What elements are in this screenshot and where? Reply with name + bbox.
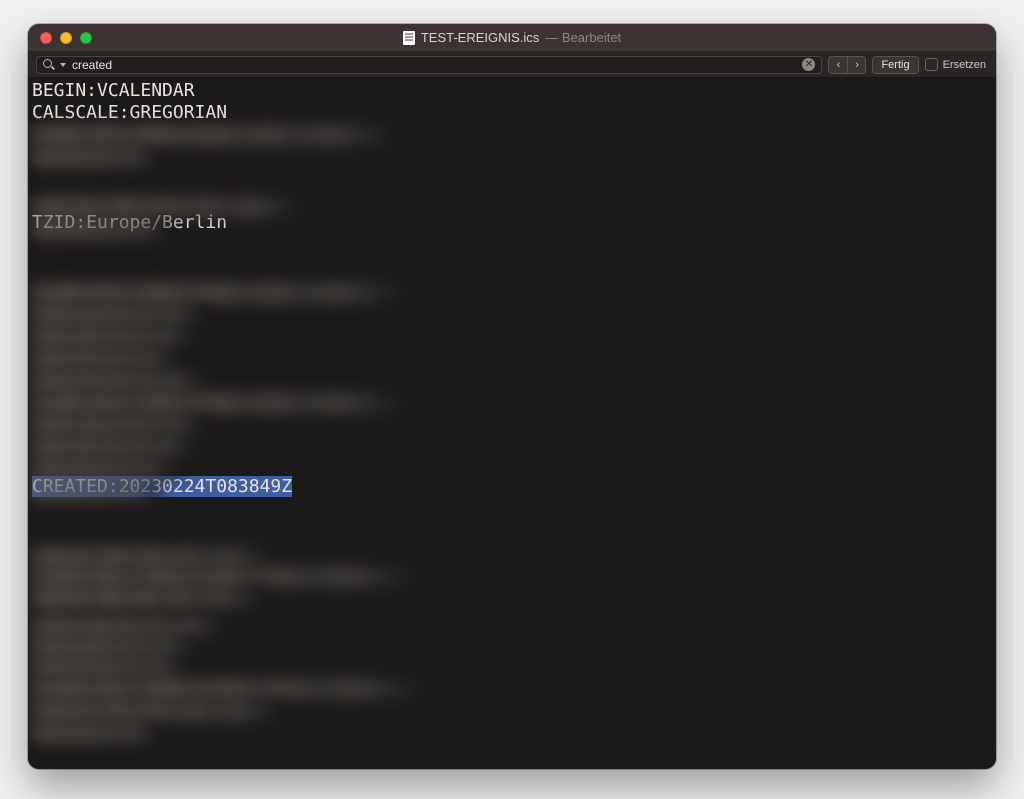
redacted-text xyxy=(32,284,422,302)
traffic-lights xyxy=(28,32,92,44)
redacted-text xyxy=(32,680,442,698)
redacted-text xyxy=(32,416,212,434)
window-title: TEST-EREIGNIS.ics — Bearbeitet xyxy=(28,30,996,45)
zoom-window-button[interactable] xyxy=(80,32,92,44)
text-line-highlighted[interactable]: CREATED:20230224T083849Z xyxy=(32,476,996,498)
redacted-text xyxy=(32,588,272,608)
search-icon xyxy=(43,59,54,70)
find-prev-button[interactable]: ‹ xyxy=(829,57,847,73)
redacted-text xyxy=(32,724,162,742)
redacted-text xyxy=(32,568,432,586)
redacted-text xyxy=(32,372,212,390)
redacted-text xyxy=(32,638,202,656)
search-field[interactable]: ✕ xyxy=(36,56,822,74)
document-icon xyxy=(403,31,415,45)
title-bar: TEST-EREIGNIS.ics — Bearbeitet xyxy=(28,24,996,52)
redacted-text xyxy=(32,306,212,324)
search-input[interactable] xyxy=(72,58,796,72)
replace-label: Ersetzen xyxy=(943,59,986,71)
redacted-text xyxy=(32,702,292,720)
text-editor-area[interactable]: BEGIN:VCALENDAR CALSCALE:GREGORIAN TZID:… xyxy=(28,78,996,769)
redacted-text xyxy=(32,198,312,216)
redacted-text xyxy=(32,328,202,346)
redacted-text xyxy=(32,220,172,238)
redacted-text xyxy=(32,394,422,412)
replace-checkbox[interactable] xyxy=(925,58,938,71)
window-title-filename: TEST-EREIGNIS.ics xyxy=(421,30,539,45)
redacted-text xyxy=(32,148,162,166)
find-bar: ✕ ‹ › Fertig Ersetzen xyxy=(28,52,996,78)
app-window: TEST-EREIGNIS.ics — Bearbeitet ✕ ‹ › Fer xyxy=(28,24,996,769)
redacted-text xyxy=(32,548,282,566)
redacted-text xyxy=(32,350,182,368)
close-window-button[interactable] xyxy=(40,32,52,44)
redacted-text xyxy=(32,460,182,478)
redacted-text xyxy=(32,482,162,500)
done-button[interactable]: Fertig xyxy=(872,56,918,74)
redacted-text xyxy=(32,126,412,144)
replace-toggle[interactable]: Ersetzen xyxy=(925,58,990,71)
search-options-chevron-icon[interactable] xyxy=(60,63,66,67)
text-line[interactable]: CALSCALE:GREGORIAN xyxy=(32,102,996,124)
window-title-edited: — Bearbeitet xyxy=(545,30,621,45)
chevron-left-icon: ‹ xyxy=(837,59,841,71)
find-next-button[interactable]: › xyxy=(847,57,865,73)
redacted-text xyxy=(32,618,232,636)
find-nav-segment: ‹ › xyxy=(828,56,866,74)
minimize-window-button[interactable] xyxy=(60,32,72,44)
done-button-label: Fertig xyxy=(881,59,909,71)
text-line[interactable]: BEGIN:VCALENDAR xyxy=(32,80,996,102)
clear-search-button[interactable]: ✕ xyxy=(802,58,815,71)
chevron-right-icon: › xyxy=(855,59,859,71)
redacted-text xyxy=(32,438,202,456)
redacted-text xyxy=(32,658,192,676)
